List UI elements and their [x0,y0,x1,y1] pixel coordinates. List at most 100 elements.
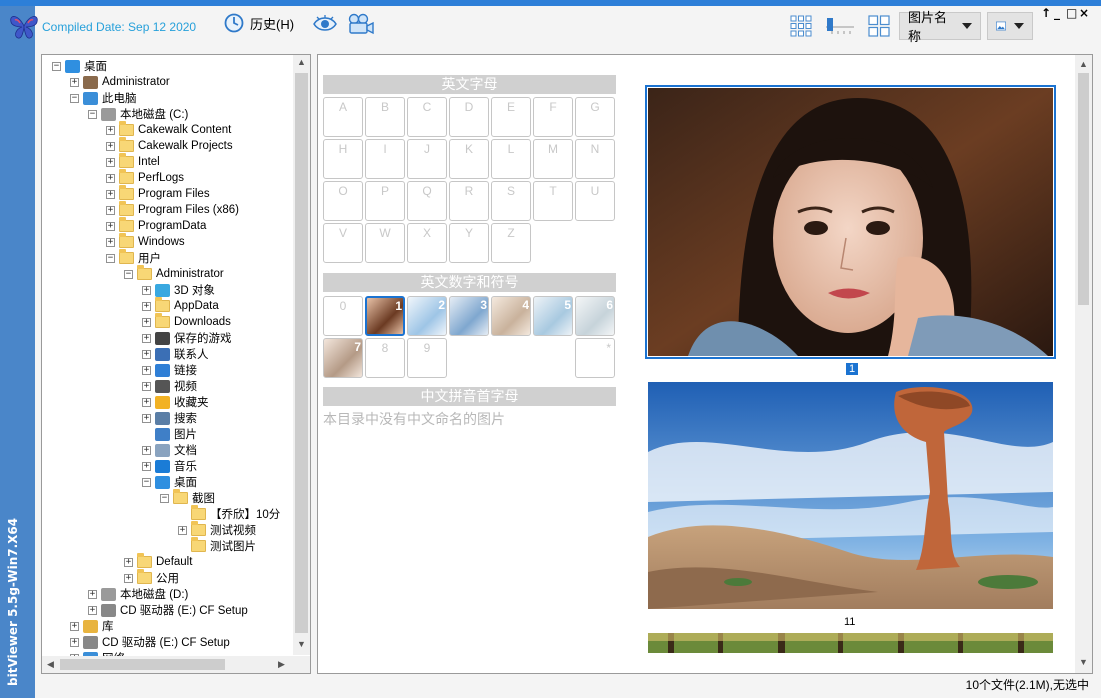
image-browser[interactable]: 英文字母 ABCDEFGHIJKLMNOPQRSTUVWXYZ 英文数字和符号 … [317,54,1093,674]
expand-icon[interactable]: + [106,237,115,247]
expand-icon[interactable]: + [70,77,79,87]
photo-card-2[interactable] [648,382,1053,609]
tree-item[interactable]: + ProgramData [106,217,206,234]
tree-item[interactable]: − 桌面 [142,474,197,490]
grid-small-icon[interactable] [790,15,812,37]
digit-thumbnail-cell[interactable]: 3 [449,296,489,336]
tree-horizontal-scrollbar[interactable]: ◀ ▶ [42,656,310,673]
tree-vertical-scrollbar[interactable]: ▲ ▼ [293,55,310,655]
scroll-right-icon[interactable]: ▶ [278,659,285,670]
tree-item[interactable]: + Program Files (x86) [106,201,239,218]
letter-index-cell[interactable]: A [323,97,363,137]
tree-item[interactable]: + Downloads [142,313,231,330]
collapse-icon[interactable]: − [142,477,151,487]
digit-thumbnail-cell[interactable]: 5 [533,296,573,336]
letter-index-cell[interactable]: I [365,139,405,179]
scroll-left-icon[interactable]: ◀ [47,659,54,670]
tree-item[interactable]: + CD 驱动器 (E:) CF Setup [70,634,230,650]
digit-thumbnail-cell[interactable]: 1 [365,296,405,336]
tree-item[interactable]: + 音乐 [142,458,197,474]
tree-item[interactable]: +3D 对象 [142,282,215,298]
photo-card-3-partial[interactable] [648,633,1053,653]
letter-index-cell[interactable]: J [407,139,447,179]
expand-icon[interactable]: + [142,317,151,327]
letter-index-cell[interactable]: C [407,97,447,137]
expand-icon[interactable]: + [142,381,151,391]
letter-index-cell[interactable]: Z [491,223,531,263]
browser-vertical-scrollbar[interactable]: ▲ ▼ [1075,55,1092,673]
expand-icon[interactable]: + [124,573,133,583]
close-button[interactable]: × [1079,6,1089,20]
tree-scroll-thumb[interactable] [295,73,308,633]
collapse-icon[interactable]: − [106,253,115,263]
expand-icon[interactable]: + [70,637,79,647]
expand-icon[interactable]: + [142,397,151,407]
digit-thumbnail-cell[interactable]: 7 [323,338,363,378]
tree-item[interactable]: + 搜索 [142,410,197,426]
tree-item[interactable]: + 公用 [124,569,179,586]
sort-dropdown[interactable]: 图片名称 [899,10,981,44]
collapse-icon[interactable]: − [124,269,133,279]
tree-item[interactable]: + Windows [106,233,185,250]
expand-icon[interactable]: + [142,413,151,423]
expand-icon[interactable]: + [70,621,79,631]
letter-index-cell[interactable]: L [491,139,531,179]
letter-index-cell[interactable]: Y [449,223,489,263]
video-camera-icon[interactable] [347,13,375,35]
expand-icon[interactable]: + [142,445,151,455]
tree-item[interactable]: + AppData [142,297,219,314]
tree-item[interactable]: − 本地磁盘 (C:) [88,106,188,122]
digit-index-cell[interactable]: 0 [323,296,363,336]
tree-item[interactable]: + Default [124,553,192,570]
digit-index-cell[interactable]: 8 [365,338,405,378]
letter-index-cell[interactable]: S [491,181,531,221]
collapse-icon[interactable]: − [70,93,79,103]
scroll-down-icon[interactable]: ▼ [1079,657,1088,667]
expand-icon[interactable]: + [88,589,97,599]
letter-index-cell[interactable]: X [407,223,447,263]
maximize-button[interactable]: □ [1066,6,1077,20]
tree-hscroll-thumb[interactable] [60,659,225,670]
letter-index-cell[interactable]: K [449,139,489,179]
expand-icon[interactable]: + [106,221,115,231]
tree-item[interactable]: − 截图 [160,489,215,506]
expand-icon[interactable]: + [88,605,97,615]
expand-icon[interactable]: + [142,349,151,359]
letter-index-cell[interactable]: G [575,97,615,137]
tree-item[interactable]: + 测试视频 [178,521,256,538]
expand-icon[interactable]: + [106,205,115,215]
letter-index-cell[interactable]: M [533,139,573,179]
tree-item[interactable]: + PerfLogs [106,169,184,186]
collapse-icon[interactable]: − [160,493,169,503]
tree-item[interactable]: 图片 [142,426,197,442]
scroll-up-icon[interactable]: ▲ [297,57,306,67]
tree-item[interactable]: − 用户 [106,249,161,266]
letter-index-cell[interactable]: E [491,97,531,137]
letter-index-cell[interactable]: O [323,181,363,221]
letter-index-cell[interactable]: Q [407,181,447,221]
tree-item[interactable]: + 收藏夹 [142,394,209,410]
expand-icon[interactable]: + [124,557,133,567]
letter-index-cell[interactable]: U [575,181,615,221]
letter-index-cell[interactable]: N [575,139,615,179]
tree-item[interactable]: + 联系人 [142,346,209,362]
tree-item[interactable]: + 链接 [142,362,197,378]
minimize-button[interactable]: _ [1054,6,1060,20]
letter-index-cell[interactable]: F [533,97,573,137]
digit-thumbnail-cell[interactable]: 4 [491,296,531,336]
pin-button[interactable]: ↑ [1041,6,1051,20]
tree-item[interactable]: + Administrator [70,74,170,90]
collapse-icon[interactable]: − [52,61,61,71]
tree-item[interactable]: + 保存的游戏 [142,330,232,346]
letter-index-cell[interactable]: D [449,97,489,137]
expand-icon[interactable]: + [142,461,151,471]
tree-item[interactable]: + Cakewalk Content [106,121,231,138]
letter-index-cell[interactable]: T [533,181,573,221]
expand-icon[interactable]: + [142,333,151,343]
expand-icon[interactable]: + [106,189,115,199]
tree-item[interactable]: + 本地磁盘 (D:) [88,586,188,602]
letter-index-cell[interactable]: B [365,97,405,137]
letter-index-cell[interactable]: V [323,223,363,263]
expand-icon[interactable]: + [106,173,115,183]
expand-icon[interactable]: + [142,301,151,311]
